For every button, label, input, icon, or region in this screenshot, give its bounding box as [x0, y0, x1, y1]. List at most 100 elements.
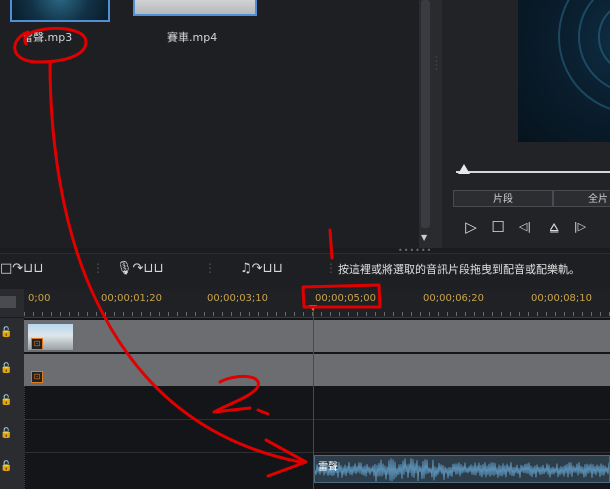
ruler-minor-tick — [240, 312, 241, 316]
ruler-minor-tick — [420, 312, 421, 316]
track-divider — [24, 419, 610, 420]
previous-frame-button[interactable]: ◁| — [515, 218, 535, 236]
track-lock-icon[interactable]: 🔓 — [0, 461, 12, 472]
ruler-minor-tick — [600, 312, 601, 316]
video-track[interactable] — [24, 320, 610, 352]
ruler-minor-tick — [150, 312, 151, 316]
toolbar-divider: ⋮ — [204, 261, 216, 275]
ruler-minor-tick — [69, 312, 70, 316]
ruler-tick-marks — [24, 312, 610, 317]
playhead-line[interactable] — [313, 305, 314, 489]
media-thumbnail-thunder[interactable] — [10, 0, 110, 22]
audio-clip-label: 雷聲 — [318, 462, 338, 473]
ruler-minor-tick — [393, 312, 394, 316]
play-button[interactable]: ▷ — [461, 218, 481, 236]
stop-button[interactable]: ☐ — [488, 218, 508, 236]
ruler-minor-tick — [42, 312, 43, 316]
ruler-tick-label: 00;00;01;20 — [101, 293, 163, 304]
effect-track[interactable] — [24, 354, 610, 386]
ruler-minor-tick — [555, 312, 556, 316]
playhead-marker-icon[interactable] — [309, 305, 317, 311]
ruler-minor-tick — [438, 312, 439, 316]
ruler-minor-tick — [258, 312, 259, 316]
track-lock-icon[interactable]: 🔓 — [0, 395, 12, 406]
music-track-icon[interactable]: ♫↷⊔⊔ — [240, 261, 283, 276]
library-scrollbar-thumb[interactable] — [421, 0, 430, 228]
scroll-down-arrow-icon[interactable]: ▼ — [421, 233, 427, 242]
ruler-minor-tick — [501, 312, 502, 316]
preview-scrubber-track[interactable] — [456, 171, 610, 173]
ruler-minor-tick — [339, 312, 340, 316]
track-divider — [24, 452, 610, 453]
ruler-minor-tick — [519, 312, 520, 316]
ruler-minor-tick — [429, 312, 430, 316]
ruler-minor-tick — [231, 312, 232, 316]
ruler-minor-tick — [573, 312, 574, 316]
ruler-minor-tick — [78, 312, 79, 316]
voice-over-track-icon[interactable]: 🎙↷⊔⊔ — [116, 261, 164, 276]
ruler-minor-tick — [537, 312, 538, 316]
track-lock-icon[interactable]: 🔓 — [0, 363, 12, 374]
ruler-minor-tick — [294, 312, 295, 316]
ruler-minor-tick — [321, 312, 322, 316]
ruler-tick-label: 0;00 — [28, 293, 51, 304]
ruler-minor-tick — [348, 312, 349, 316]
track-guide-line — [24, 386, 26, 489]
ruler-minor-tick — [357, 312, 358, 316]
ruler-minor-tick — [186, 312, 187, 316]
ruler-minor-tick — [564, 312, 565, 316]
tab-clip[interactable]: 片段 — [453, 190, 553, 207]
media-thumbnail-racing[interactable] — [133, 0, 257, 16]
clip-effect-icon[interactable]: ⊡ — [31, 338, 43, 350]
ruler-minor-tick — [105, 312, 106, 316]
ruler-minor-tick — [303, 312, 304, 316]
preview-scrubber-handle[interactable] — [458, 164, 470, 174]
ruler-minor-tick — [24, 312, 25, 316]
ruler-tick-label: 00;00;08;10 — [531, 293, 593, 304]
ruler-minor-tick — [510, 312, 511, 316]
ruler-minor-tick — [546, 312, 547, 316]
ruler-minor-tick — [60, 312, 61, 316]
ruler-minor-tick — [375, 312, 376, 316]
next-frame-button[interactable]: |▷ — [570, 218, 590, 236]
ruler-minor-tick — [213, 312, 214, 316]
track-lock-icon[interactable]: 🔓 — [0, 327, 12, 338]
splitter-grip-icon[interactable]: · · · · — [435, 54, 439, 74]
clip-effect-icon[interactable]: ⊡ — [31, 371, 43, 383]
ruler-minor-tick — [267, 312, 268, 316]
ruler-minor-tick — [411, 312, 412, 316]
ruler-minor-tick — [474, 312, 475, 316]
ruler-minor-tick — [492, 312, 493, 316]
ruler-tick-label: 00;00;03;10 — [207, 293, 269, 304]
preview-video-frame — [518, 0, 610, 142]
ruler-minor-tick — [222, 312, 223, 316]
split-button[interactable]: ⩠ — [544, 218, 564, 236]
media-filename: 雷聲.mp3 — [22, 31, 73, 44]
ruler-minor-tick — [366, 312, 367, 316]
ruler-zoom-box[interactable] — [0, 296, 16, 308]
ruler-minor-tick — [447, 312, 448, 316]
ruler-minor-tick — [249, 312, 250, 316]
ruler-minor-tick — [96, 312, 97, 316]
tab-full-movie[interactable]: 全片 — [553, 190, 610, 207]
ruler-minor-tick — [123, 312, 124, 316]
ruler-minor-tick — [132, 312, 133, 316]
ruler-minor-tick — [483, 312, 484, 316]
toolbar-hint-text: 按這裡或將選取的音訊片段拖曳到配音或配樂軌。 — [338, 263, 580, 276]
audio-waveform — [315, 458, 609, 482]
ruler-minor-tick — [402, 312, 403, 316]
track-transition-icon[interactable]: □↷⊔⊔ — [0, 261, 43, 276]
ruler-tick-label: 00;00;05;00 — [315, 293, 377, 304]
ruler-minor-tick — [114, 312, 115, 316]
ruler-minor-tick — [141, 312, 142, 316]
ruler-minor-tick — [384, 312, 385, 316]
panel-splitter[interactable] — [432, 0, 442, 248]
toolbar-divider: ⋮ — [325, 261, 337, 275]
ruler-minor-tick — [456, 312, 457, 316]
ruler-minor-tick — [33, 312, 34, 316]
track-lock-icon[interactable]: 🔓 — [0, 428, 12, 439]
ruler-minor-tick — [528, 312, 529, 316]
toolbar-divider: ⋮ — [92, 261, 104, 275]
audio-clip-thunder[interactable] — [314, 455, 610, 483]
ruler-minor-tick — [591, 312, 592, 316]
